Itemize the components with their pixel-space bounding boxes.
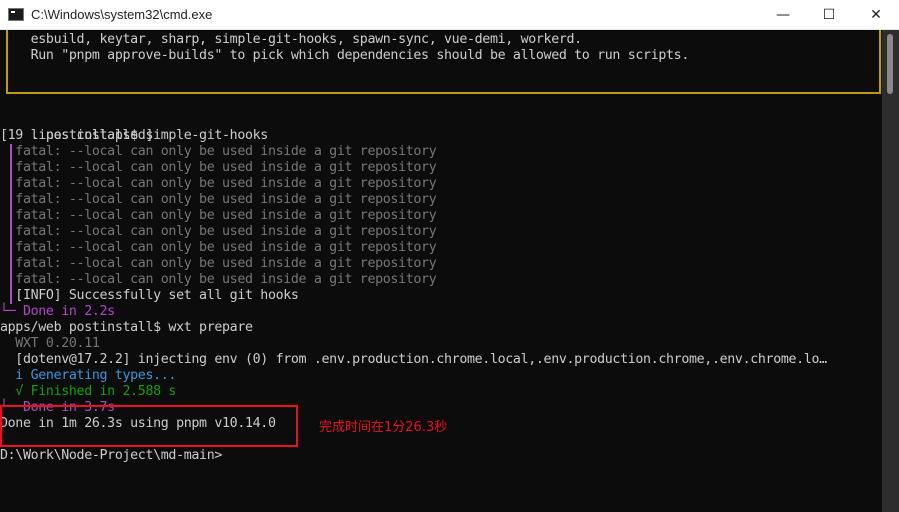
maximize-button[interactable]: ☐ [806, 0, 852, 30]
terminal-line: esbuild, keytar, sharp, simple-git-hooks… [0, 32, 583, 47]
terminal-line: [19 lines collapsed] [0, 128, 154, 143]
scrollbar-thumb[interactable] [887, 34, 893, 94]
terminal-line: √ Finished in 2.588 s [0, 384, 177, 399]
terminal-line: WXT 0.20.11 [0, 336, 100, 351]
close-button[interactable]: ✕ [853, 0, 899, 30]
terminal-line: fatal: --local can only be used inside a… [0, 272, 437, 287]
terminal-line: fatal: --local can only be used inside a… [0, 176, 437, 191]
terminal-line: [dotenv@17.2.2] injecting env (0) from .… [0, 352, 827, 367]
terminal-line: i Generating types... [0, 368, 177, 383]
completion-time-annotation: 完成时间在1分26.3秒 [319, 420, 448, 435]
window-title: C:\Windows\system32\cmd.exe [31, 7, 213, 22]
terminal-line: apps/web postinstall$ wxt prepare [0, 320, 253, 335]
window-titlebar: C:\Windows\system32\cmd.exe — ☐ ✕ [0, 0, 899, 30]
terminal-line: fatal: --local can only be used inside a… [0, 208, 437, 223]
terminal-prompt[interactable]: D:\Work\Node-Project\md-main> [0, 448, 222, 464]
minimize-button[interactable]: — [760, 0, 806, 30]
terminal-line: └─ Done in 2.2s [0, 304, 115, 319]
vertical-scrollbar[interactable] [882, 30, 899, 512]
terminal-line: fatal: --local can only be used inside a… [0, 192, 437, 207]
terminal-line: Run "pnpm approve-builds" to pick which … [0, 48, 690, 63]
terminal-line: . postinstall$ simple-git-hooks [30, 128, 269, 143]
terminal-line: fatal: --local can only be used inside a… [0, 240, 437, 255]
terminal-line: fatal: --local can only be used inside a… [0, 144, 437, 159]
terminal-line: fatal: --local can only be used inside a… [0, 160, 437, 175]
completion-highlight-box [0, 405, 298, 447]
terminal-line: fatal: --local can only be used inside a… [0, 224, 437, 239]
terminal-line: [INFO] Successfully set all git hooks [0, 288, 299, 303]
cmd-app-icon [8, 8, 24, 21]
terminal-line: fatal: --local can only be used inside a… [0, 256, 437, 271]
